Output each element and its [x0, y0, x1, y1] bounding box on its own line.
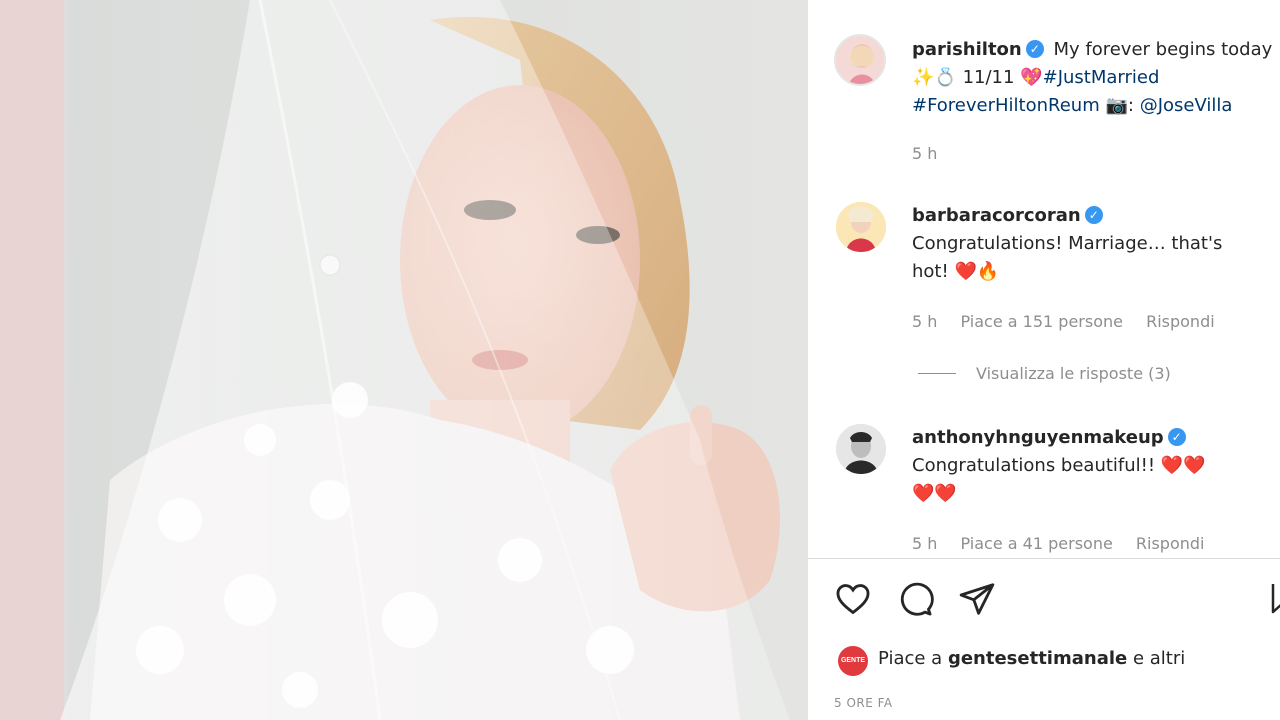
sparkles-icon: ✨ — [912, 67, 935, 88]
comment-meta: 5 h Piace a 151 persone Rispondi — [912, 312, 1233, 331]
comment-likes[interactable]: Piace a 41 persone — [961, 534, 1113, 553]
comment-body: anthonyhnguyenmakeup ✓ Congratulations be… — [912, 424, 1272, 508]
replies-line — [918, 373, 956, 374]
ring-icon: 💍 — [934, 67, 957, 88]
heart-emoji-icon: 💖 — [1020, 67, 1043, 88]
verified-icon: ✓ — [1084, 206, 1103, 224]
avatar-image — [836, 424, 886, 474]
bookmark-icon — [1271, 584, 1280, 614]
post-sidebar: parishilton ✓ My forever begins today ✨💍 … — [808, 0, 1280, 720]
comment-time: 5 h — [912, 312, 938, 331]
comment-text-line2: hot! — [912, 261, 949, 282]
comment-username[interactable]: barbaracorcoran — [912, 205, 1081, 226]
share-button[interactable] — [958, 580, 996, 622]
likes-text: Piace a gentesettimanale e altri — [878, 648, 1185, 669]
author-username[interactable]: parishilton — [912, 39, 1022, 60]
heart-emoji-icon: ❤️❤️ — [912, 483, 957, 504]
heart-emoji-icon: ❤️❤️ — [1160, 455, 1206, 476]
heart-icon — [836, 584, 870, 615]
comment-username[interactable]: anthonyhnguyenmakeup — [912, 427, 1164, 448]
comment-likes[interactable]: Piace a 151 persone — [961, 312, 1123, 331]
commenter-avatar[interactable] — [836, 424, 886, 474]
comment-body: barbaracorcoran ✓ Congratulations! Marria… — [912, 202, 1272, 286]
commenter-avatar[interactable] — [836, 202, 886, 252]
comment-icon — [900, 582, 934, 616]
heart-emoji-icon: ❤️ — [954, 261, 977, 282]
caption-text: parishilton ✓ My forever begins today ✨💍 … — [912, 36, 1280, 120]
avatar-image — [836, 202, 886, 252]
comment-time: 5 h — [912, 534, 938, 553]
view-replies-label: Visualizza le risposte (3) — [976, 364, 1171, 383]
comment-button[interactable] — [896, 580, 934, 622]
camera-icon: 📷 — [1105, 95, 1128, 116]
likes-suffix: e altri — [1132, 648, 1186, 669]
comment-text-line1: Congratulations beautiful!! — [912, 455, 1156, 476]
reply-button[interactable]: Rispondi — [1136, 534, 1205, 553]
share-icon — [959, 583, 995, 615]
credit-separator: : — [1127, 95, 1134, 116]
likes-account-link[interactable]: gentesettimanale — [948, 648, 1127, 669]
post-photo[interactable] — [0, 0, 808, 720]
caption-date: 11/11 — [962, 67, 1015, 88]
caption-first-line: My forever begins today — [1053, 39, 1273, 60]
post-timestamp: 5 ORE FA — [834, 696, 893, 710]
comment-text-line1: Congratulations! Marriage… that's — [912, 233, 1223, 254]
save-button[interactable] — [1270, 580, 1280, 622]
verified-icon: ✓ — [1025, 40, 1044, 58]
avatar-image — [836, 36, 884, 84]
caption-time: 5 h — [912, 144, 938, 163]
hashtag-foreverhiltonreum[interactable]: #ForeverHiltonReum — [912, 95, 1100, 116]
gente-badge[interactable]: GENTE — [838, 646, 868, 676]
likes-summary: GENTE Piace a gentesettimanale e altri — [808, 644, 1280, 680]
likes-prefix: Piace a — [878, 648, 943, 669]
view-replies-button[interactable]: Visualizza le risposte (3) — [918, 364, 1189, 383]
hashtag-justmarried[interactable]: #JustMarried — [1043, 67, 1160, 88]
author-avatar[interactable] — [834, 34, 886, 86]
reply-button[interactable]: Rispondi — [1146, 312, 1215, 331]
fire-emoji-icon: 🔥 — [976, 261, 1000, 282]
like-button[interactable] — [834, 580, 872, 622]
bride-photo-illustration — [0, 0, 790, 720]
photo-credit-link[interactable]: @JoseVilla — [1140, 95, 1233, 116]
verified-icon: ✓ — [1167, 428, 1186, 446]
actions-divider — [808, 558, 1280, 559]
comment-meta: 5 h Piace a 41 persone Rispondi — [912, 534, 1222, 553]
